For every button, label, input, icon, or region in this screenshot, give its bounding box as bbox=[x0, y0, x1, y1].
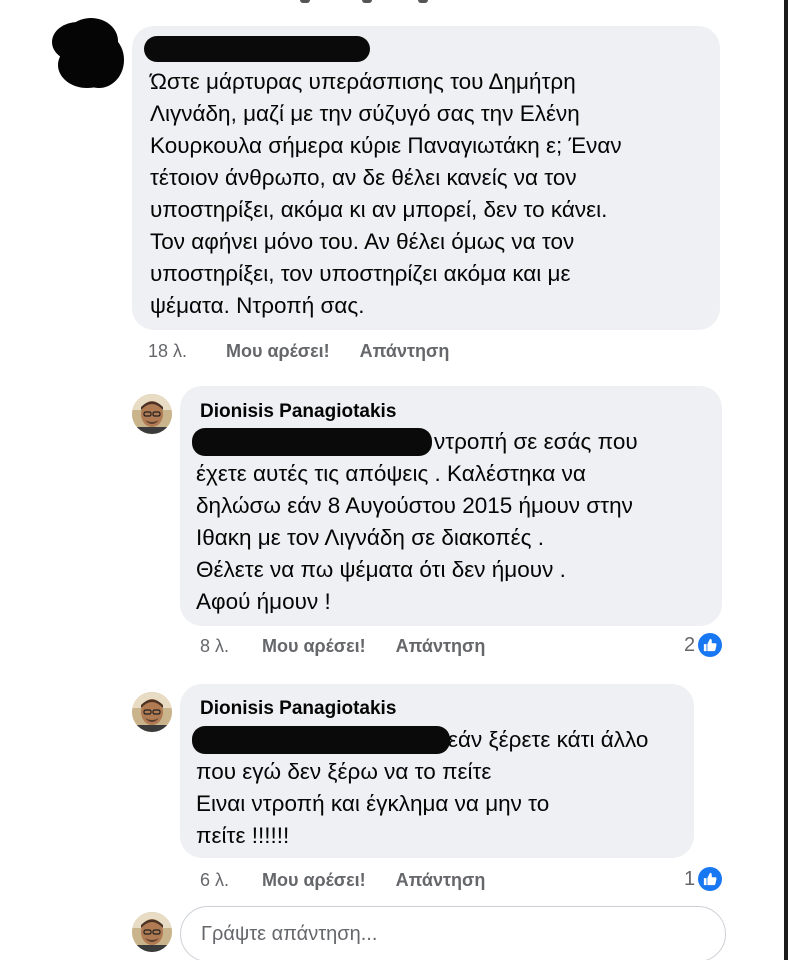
comment-age[interactable]: 8 λ. bbox=[200, 636, 262, 657]
comment-age[interactable]: 18 λ. bbox=[148, 341, 226, 362]
redacted-avatar bbox=[52, 18, 124, 90]
avatar[interactable] bbox=[132, 692, 172, 732]
reply-button[interactable]: Απάντηση bbox=[396, 870, 486, 891]
reaction-summary[interactable]: 2 bbox=[684, 633, 723, 657]
current-user-avatar bbox=[132, 912, 172, 952]
thumbs-up-icon bbox=[698, 867, 723, 891]
comment-text-first-line: ντροπή σε εσάς που bbox=[434, 429, 638, 454]
comment-text: έχετε αυτές τις απόψεις . Καλέστηκα να δ… bbox=[196, 461, 633, 614]
cropped-top-content bbox=[300, 0, 430, 3]
reply-button[interactable]: Απάντηση bbox=[396, 636, 486, 657]
like-button[interactable]: Μου αρέσει! bbox=[262, 636, 366, 657]
redacted-mention bbox=[192, 428, 432, 456]
redacted-author-name bbox=[144, 36, 370, 62]
redacted-mention bbox=[192, 726, 450, 754]
comment-text-first-line: εάν ξέρετε κάτι άλλο bbox=[448, 727, 649, 752]
avatar[interactable] bbox=[132, 394, 172, 434]
profile-photo bbox=[132, 394, 172, 434]
reaction-count: 1 bbox=[684, 867, 696, 890]
window-edge bbox=[784, 0, 788, 960]
comment-bubble: Dionisis Panagiotakis ντροπή σε εσάς που… bbox=[180, 386, 722, 626]
reaction-summary[interactable]: 1 bbox=[684, 867, 723, 891]
thumbs-up-icon bbox=[698, 633, 723, 657]
comment-bubble: Dionisis Panagiotakis εάν ξέρετε κάτι άλ… bbox=[180, 684, 694, 858]
comment-text: Ώστε μάρτυρας υπεράσπισης του Δημήτρη Λι… bbox=[150, 69, 622, 318]
comment-text: που εγώ δεν ξέρω να το πείτε Ειναι ντροπ… bbox=[196, 759, 550, 848]
reaction-count: 2 bbox=[684, 633, 696, 656]
comment-actions: 18 λ. Μου αρέσει! Απάντηση bbox=[148, 341, 449, 362]
profile-photo bbox=[132, 912, 172, 952]
profile-photo bbox=[132, 692, 172, 732]
reply-button[interactable]: Απάντηση bbox=[360, 341, 450, 362]
comment-actions: 8 λ. Μου αρέσει! Απάντηση bbox=[200, 636, 485, 657]
comment-age[interactable]: 6 λ. bbox=[200, 870, 262, 891]
like-button[interactable]: Μου αρέσει! bbox=[226, 341, 330, 362]
comment-author[interactable]: Dionisis Panagiotakis bbox=[200, 401, 396, 423]
like-button[interactable]: Μου αρέσει! bbox=[262, 870, 366, 891]
reply-input[interactable] bbox=[180, 906, 726, 960]
comment-author[interactable]: Dionisis Panagiotakis bbox=[200, 698, 396, 720]
comment-actions: 6 λ. Μου αρέσει! Απάντηση bbox=[200, 870, 485, 891]
comment-bubble: Ώστε μάρτυρας υπεράσπισης του Δημήτρη Λι… bbox=[132, 26, 720, 330]
